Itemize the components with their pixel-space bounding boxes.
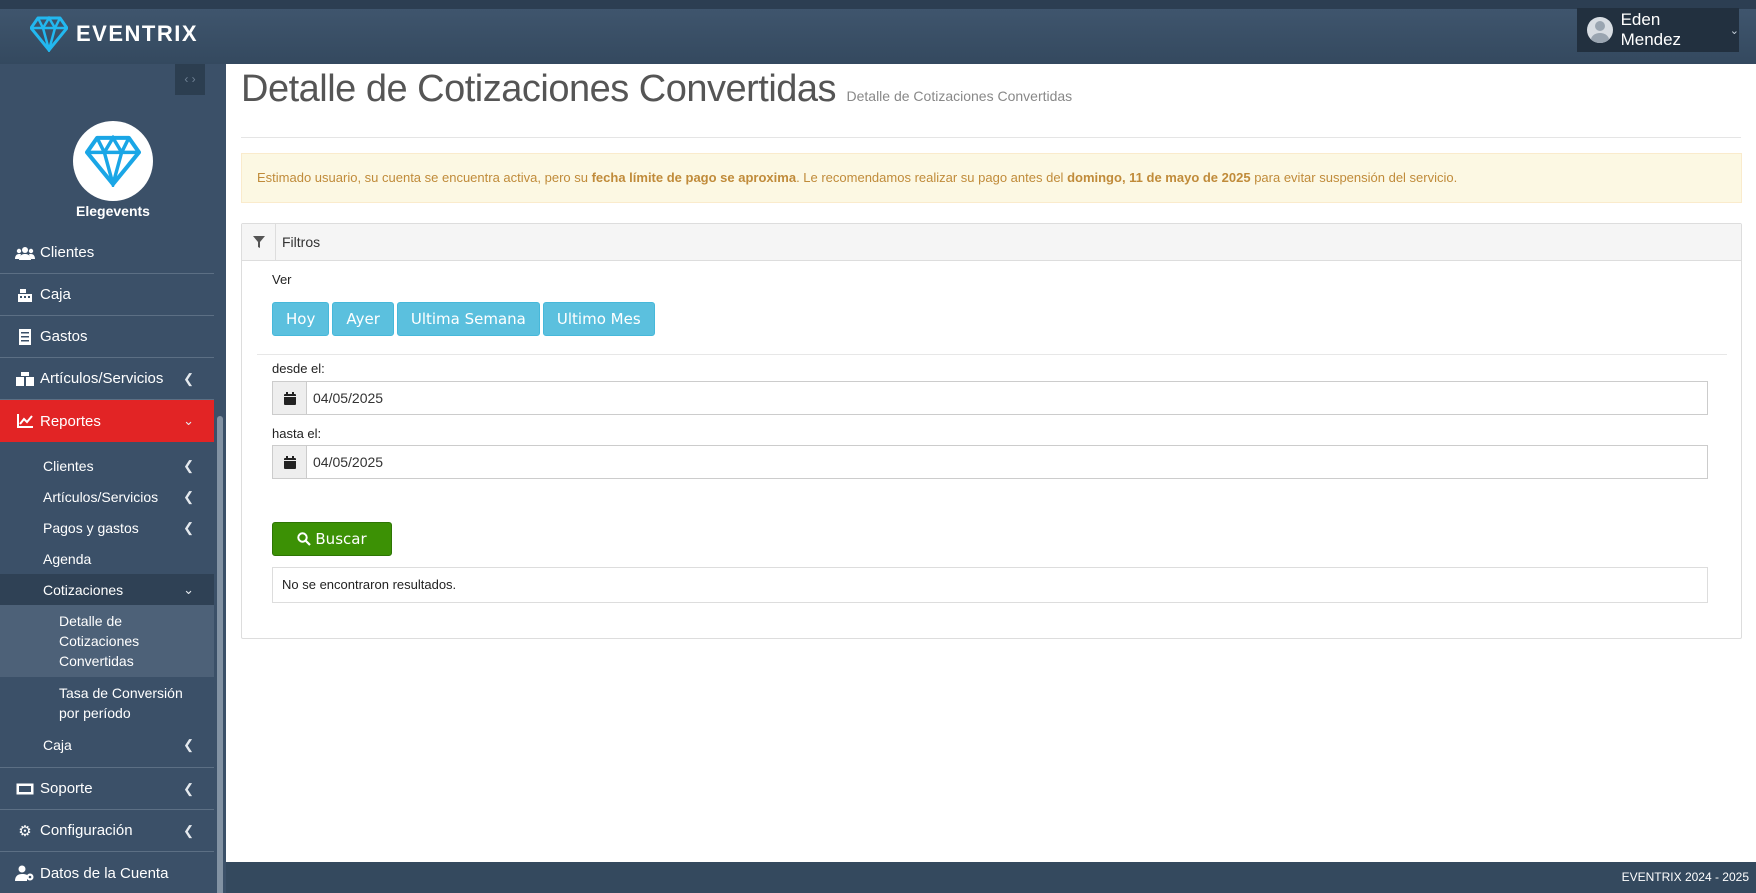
sidebar-subitem-label: Pagos y gastos bbox=[43, 519, 139, 536]
desde-date-input[interactable] bbox=[307, 382, 1707, 414]
sidebar-item-articulos-servicios[interactable]: Artículos/Servicios ❮ bbox=[0, 358, 214, 400]
sidebar-item-configuracion[interactable]: ⚙ Configuración ❮ bbox=[0, 810, 214, 852]
sidebar-item-clientes[interactable]: Clientes bbox=[0, 232, 214, 274]
sidebar-item-caja[interactable]: Caja bbox=[0, 274, 214, 316]
sidebar: ‹ › Elegevents Clientes Caja Gastos Artí… bbox=[0, 64, 226, 893]
sidebar-subitem-pagos-gastos[interactable]: Pagos y gastos ❮ bbox=[0, 512, 214, 543]
chevron-left-icon: ❮ bbox=[183, 370, 194, 386]
calendar-icon[interactable] bbox=[273, 382, 307, 414]
sidebar-subitem-label: Clientes bbox=[43, 457, 94, 474]
filters-panel-header[interactable]: Filtros bbox=[242, 224, 1741, 261]
hasta-label: hasta el: bbox=[272, 426, 322, 441]
hasta-date-field bbox=[272, 445, 1708, 479]
users-icon bbox=[14, 246, 36, 260]
brand-logo[interactable]: EVENTRIX bbox=[30, 16, 198, 52]
receipt-icon bbox=[14, 328, 36, 345]
chevron-left-icon: ❮ bbox=[183, 822, 194, 838]
filter-icon bbox=[242, 224, 276, 260]
sidebar-item-label: Artículos/Servicios bbox=[40, 370, 164, 387]
sidebar-subsubitem-detalle-cotizaciones[interactable]: Detalle de Cotizaciones Convertidas bbox=[0, 605, 214, 677]
alert-text: Estimado usuario, su cuenta se encuentra… bbox=[257, 170, 592, 185]
desde-label: desde el: bbox=[272, 361, 325, 376]
page-header: Detalle de Cotizaciones Convertidas Deta… bbox=[241, 68, 1741, 138]
desde-date-field bbox=[272, 381, 1708, 415]
user-cog-icon bbox=[14, 865, 36, 881]
boxes-icon bbox=[14, 371, 36, 386]
diamond-logo-icon bbox=[30, 16, 68, 52]
ultimo-mes-button[interactable]: Ultimo Mes bbox=[542, 302, 655, 336]
sidebar-subitem-label: Caja bbox=[43, 736, 72, 753]
sidebar-scrollbar[interactable] bbox=[217, 416, 223, 893]
sidebar-item-reportes[interactable]: Reportes ⌄ bbox=[0, 400, 214, 442]
ayer-button[interactable]: Ayer bbox=[332, 302, 394, 336]
sidebar-subitem-caja[interactable]: Caja ❮ bbox=[0, 729, 214, 760]
divider bbox=[257, 354, 1727, 355]
alert-text: . Le recomendamos realizar su pago antes… bbox=[796, 170, 1068, 185]
sidebar-subitem-agenda[interactable]: Agenda bbox=[0, 543, 214, 574]
sidebar-item-label: Gastos bbox=[40, 328, 88, 345]
sidebar-subsubitem-tasa-conversion[interactable]: Tasa de Conversión por período bbox=[0, 677, 214, 729]
sidebar-item-label: Configuración bbox=[40, 822, 133, 839]
chevron-left-icon: ❮ bbox=[183, 736, 194, 752]
results-message: No se encontraron resultados. bbox=[272, 567, 1708, 603]
sidebar-item-datos-cuenta[interactable]: Datos de la Cuenta bbox=[0, 852, 214, 893]
sidebar-item-gastos[interactable]: Gastos bbox=[0, 316, 214, 358]
hoy-button[interactable]: Hoy bbox=[272, 302, 330, 336]
payment-warning-alert: Estimado usuario, su cuenta se encuentra… bbox=[241, 153, 1742, 203]
sidebar-subitem-cotizaciones[interactable]: Cotizaciones ⌄ bbox=[0, 574, 214, 605]
buscar-button[interactable]: Buscar bbox=[272, 522, 392, 556]
ultima-semana-button[interactable]: Ultima Semana bbox=[396, 302, 540, 336]
sidebar-subitem-label: Artículos/Servicios bbox=[43, 488, 159, 505]
cash-register-icon bbox=[14, 287, 36, 303]
brand-name: EVENTRIX bbox=[76, 21, 199, 46]
page-title: Detalle de Cotizaciones Convertidas bbox=[241, 68, 837, 110]
sidebar-subitem-articulos-servicios[interactable]: Artículos/Servicios ❮ bbox=[0, 481, 214, 512]
sidebar-subitem-clientes[interactable]: Clientes ❮ bbox=[0, 450, 214, 481]
ver-label: Ver bbox=[272, 272, 292, 287]
buscar-label: Buscar bbox=[315, 530, 367, 548]
page-subtitle: Detalle de Cotizaciones Convertidas bbox=[846, 88, 1073, 104]
chevron-left-icon: ❮ bbox=[183, 457, 194, 473]
chevron-down-icon: ⌄ bbox=[1729, 24, 1739, 37]
sidebar-collapse-button[interactable]: ‹ › bbox=[175, 64, 205, 95]
sidebar-nav: Clientes Caja Gastos Artículos/Servicios… bbox=[0, 232, 214, 893]
footer: EVENTRIX 2024 - 2025 bbox=[226, 862, 1756, 893]
avatar bbox=[1587, 17, 1613, 43]
chart-line-icon bbox=[14, 414, 36, 428]
gear-icon: ⚙ bbox=[18, 822, 32, 840]
quick-range-buttons: Hoy Ayer Ultima Semana Ultimo Mes bbox=[272, 302, 658, 336]
main-content: Detalle de Cotizaciones Convertidas Deta… bbox=[226, 64, 1756, 862]
alert-date: domingo, 11 de mayo de 2025 bbox=[1067, 170, 1251, 185]
user-menu[interactable]: Eden Mendez ⌄ bbox=[1577, 8, 1739, 52]
sidebar-item-soporte[interactable]: Soporte ❮ bbox=[0, 768, 214, 810]
user-name: Eden Mendez bbox=[1620, 10, 1682, 49]
alert-text-bold: fecha límite de pago se aproxima bbox=[591, 170, 797, 185]
sidebar-item-label: Datos de la Cuenta bbox=[40, 864, 169, 882]
chevron-left-icon: ❮ bbox=[183, 488, 194, 504]
chevron-down-icon: ⌄ bbox=[183, 413, 194, 428]
sidebar-item-label: Reportes bbox=[40, 412, 101, 430]
hasta-date-input[interactable] bbox=[307, 446, 1707, 478]
search-icon bbox=[297, 532, 312, 546]
chevron-down-icon: ⌄ bbox=[183, 581, 194, 597]
chevron-left-icon: ❮ bbox=[183, 519, 194, 535]
ticket-icon bbox=[14, 783, 36, 795]
diamond-logo-icon bbox=[85, 135, 141, 187]
org-logo bbox=[73, 121, 153, 201]
sidebar-item-label: Soporte bbox=[40, 780, 93, 797]
sidebar-subitem-label: Cotizaciones bbox=[43, 581, 124, 598]
sidebar-subitem-label: Agenda bbox=[43, 550, 92, 567]
sidebar-item-label: Clientes bbox=[40, 244, 95, 261]
org-name: Elegevents bbox=[76, 203, 150, 219]
alert-text: para evitar suspensión del servicio. bbox=[1250, 170, 1458, 185]
filters-title: Filtros bbox=[282, 234, 321, 250]
filters-panel: Filtros Ver Hoy Ayer Ultima Semana Ultim… bbox=[241, 223, 1742, 639]
calendar-icon[interactable] bbox=[273, 446, 307, 478]
top-bar: EVENTRIX Eden Mendez ⌄ bbox=[0, 0, 1756, 64]
sidebar-item-label: Caja bbox=[40, 286, 71, 303]
chevron-left-icon: ❮ bbox=[183, 780, 194, 796]
